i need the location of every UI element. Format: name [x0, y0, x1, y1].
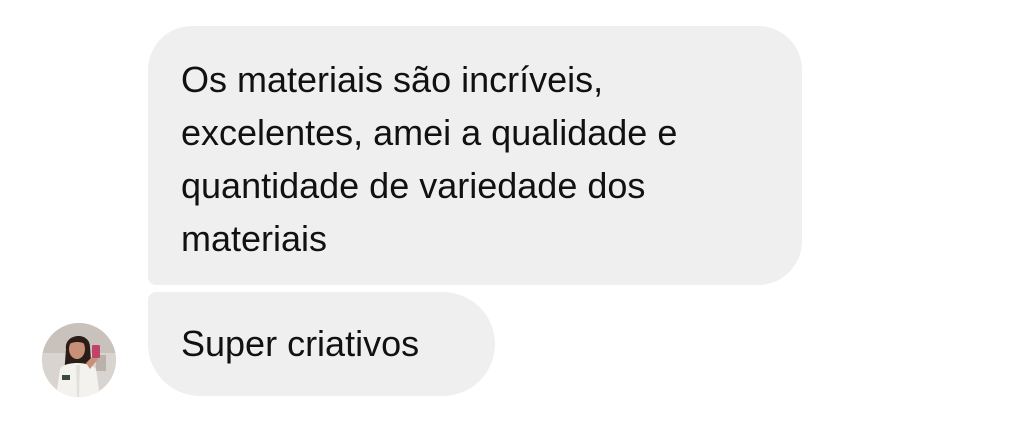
message-text: Super criativos [181, 323, 420, 364]
message-bubble-super-criativos[interactable]: Super criativos [148, 292, 495, 396]
message-text: Os materiais são incríveis, excelentes, … [181, 59, 678, 259]
sender-avatar[interactable] [42, 323, 116, 397]
message-thread: Os materiais são incríveis, excelentes, … [0, 0, 1024, 441]
message-bubble-materials[interactable]: Os materiais são incríveis, excelentes, … [148, 26, 802, 285]
profile-photo-icon [42, 323, 116, 397]
